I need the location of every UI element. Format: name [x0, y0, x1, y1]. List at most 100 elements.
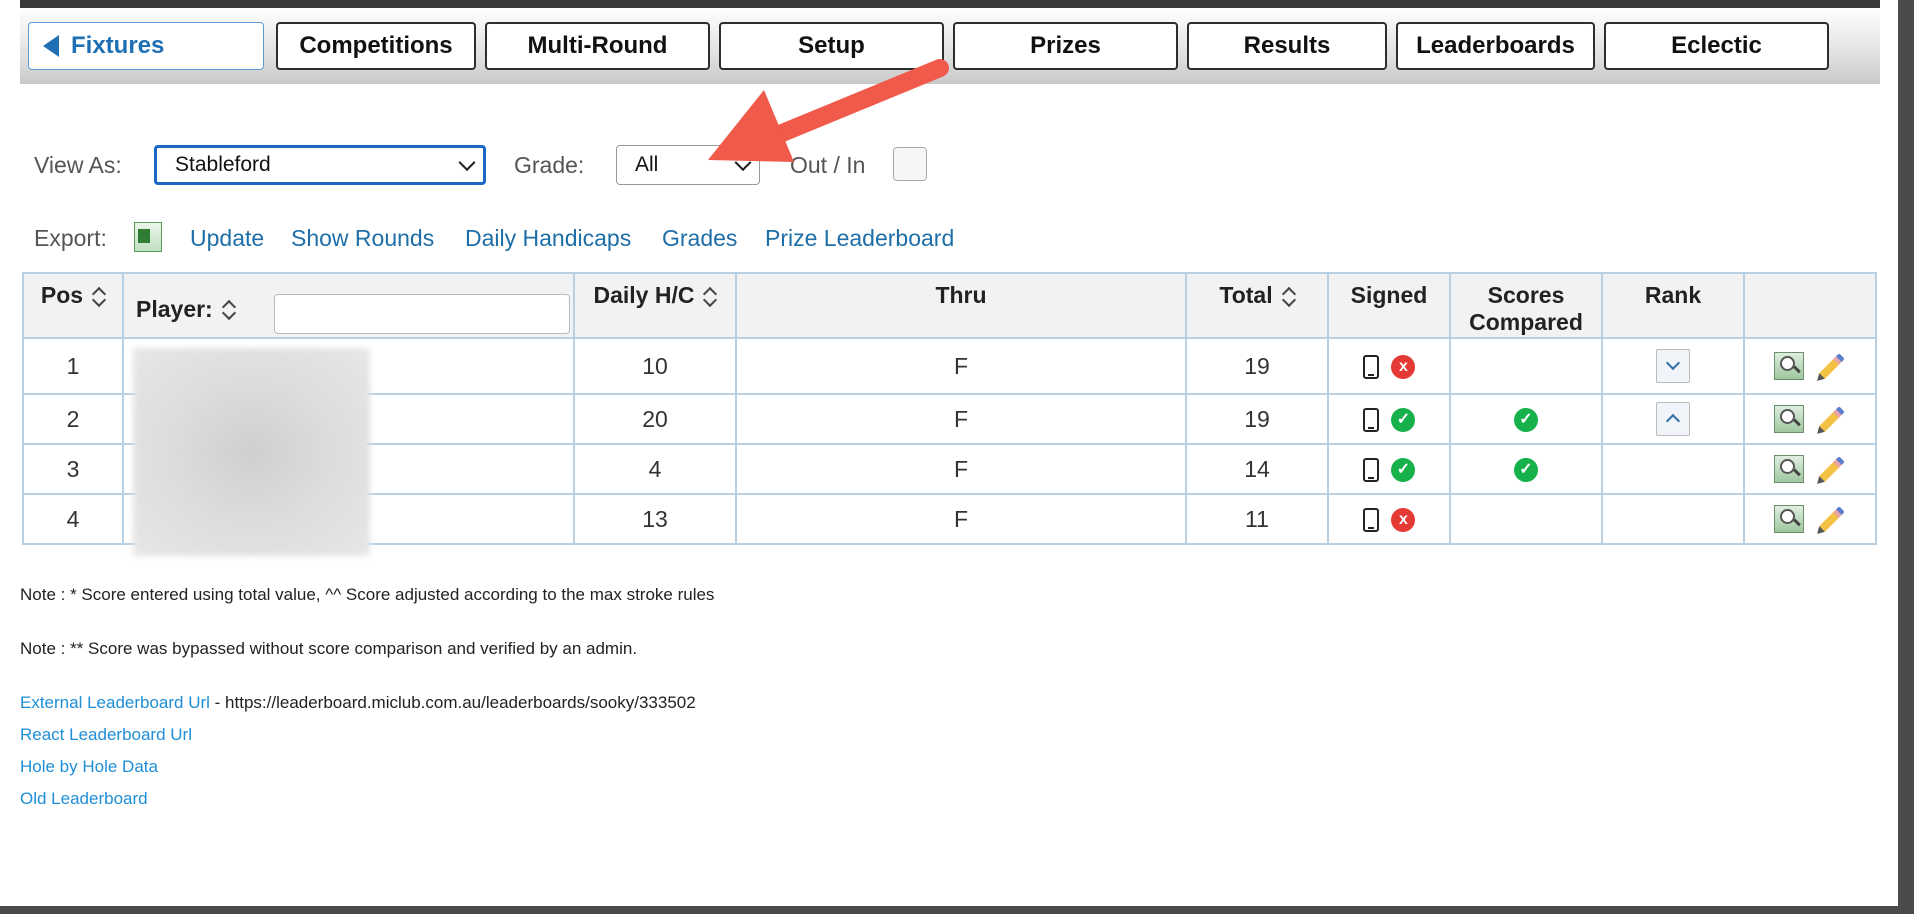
- hole-by-hole-link[interactable]: Hole by Hole Data: [20, 757, 158, 777]
- cell-signed: x: [1327, 337, 1451, 395]
- cell-signed: ✓: [1327, 443, 1451, 495]
- signed-check-icon: ✓: [1391, 458, 1416, 483]
- header-thru: Thru: [735, 272, 1187, 339]
- window-frame-bottom: [0, 906, 1914, 914]
- cell-total: 19: [1185, 337, 1329, 395]
- tab-prizes[interactable]: Prizes: [953, 22, 1178, 70]
- header-rank: Rank: [1601, 272, 1745, 339]
- compared-check-icon: ✓: [1514, 458, 1538, 483]
- mobile-phone-icon: [1362, 355, 1379, 380]
- header-total[interactable]: Total: [1185, 272, 1329, 339]
- note-max-stroke: Note : * Score entered using total value…: [20, 585, 715, 604]
- tab-eclectic[interactable]: Eclectic: [1604, 22, 1829, 70]
- cell-pos: 3: [22, 443, 124, 495]
- edit-pencil-icon[interactable]: [1819, 406, 1845, 433]
- view-as-select[interactable]: Stableford: [154, 145, 486, 185]
- cell-total: 14: [1185, 443, 1329, 495]
- cell-daily-hc: 13: [573, 493, 737, 545]
- cell-daily-hc: 4: [573, 443, 737, 495]
- rank-up-button[interactable]: [1656, 402, 1690, 436]
- view-scorecard-icon[interactable]: [1774, 505, 1804, 534]
- view-scorecard-icon[interactable]: [1774, 352, 1804, 381]
- grades-link[interactable]: Grades: [662, 225, 737, 252]
- redacted-player-names: [133, 348, 370, 556]
- tab-fixtures-label: Fixtures: [71, 32, 165, 59]
- view-as-value: Stableford: [175, 153, 271, 176]
- header-scores-compared: Scores Compared: [1449, 272, 1603, 339]
- header-signed: Signed: [1327, 272, 1451, 339]
- sort-icon[interactable]: [93, 286, 105, 308]
- external-leaderboard-row: External Leaderboard Url - https://leade…: [20, 693, 696, 713]
- not-signed-icon: x: [1391, 508, 1416, 533]
- signed-check-icon: ✓: [1391, 408, 1416, 433]
- grade-value: All: [635, 153, 659, 176]
- cell-daily-hc: 20: [573, 393, 737, 445]
- header-daily-hc[interactable]: Daily H/C: [573, 272, 737, 339]
- header-actions: [1743, 272, 1877, 339]
- cell-thru: F: [735, 337, 1187, 395]
- daily-handicaps-link[interactable]: Daily Handicaps: [465, 225, 631, 252]
- tab-leaderboards[interactable]: Leaderboards: [1396, 22, 1595, 70]
- cell-thru: F: [735, 493, 1187, 545]
- cell-scores-compared: ✓: [1449, 393, 1603, 445]
- view-scorecard-icon[interactable]: [1774, 455, 1804, 484]
- edit-pencil-icon[interactable]: [1819, 353, 1845, 380]
- cell-signed: ✓: [1327, 393, 1451, 445]
- excel-icon[interactable]: [134, 222, 162, 252]
- compared-check-icon: ✓: [1514, 408, 1538, 433]
- cell-scores-compared: [1449, 337, 1603, 395]
- sort-icon[interactable]: [1283, 286, 1295, 308]
- cell-rank: [1601, 493, 1745, 545]
- update-link[interactable]: Update: [190, 225, 264, 252]
- export-label: Export:: [34, 225, 107, 251]
- cell-scores-compared: ✓: [1449, 443, 1603, 495]
- cell-rank: [1601, 393, 1745, 445]
- rank-down-button[interactable]: [1656, 349, 1690, 383]
- old-leaderboard-link[interactable]: Old Leaderboard: [20, 789, 148, 809]
- cell-thru: F: [735, 393, 1187, 445]
- cell-total: 19: [1185, 393, 1329, 445]
- cell-actions: [1743, 337, 1877, 395]
- show-rounds-link[interactable]: Show Rounds: [291, 225, 434, 252]
- not-signed-icon: x: [1391, 355, 1416, 380]
- cell-scores-compared: [1449, 493, 1603, 545]
- react-leaderboard-link[interactable]: React Leaderboard Url: [20, 725, 192, 745]
- mobile-phone-icon: [1362, 458, 1379, 483]
- cell-total: 11: [1185, 493, 1329, 545]
- external-leaderboard-url: - https://leaderboard.miclub.com.au/lead…: [209, 693, 696, 712]
- sort-icon[interactable]: [223, 299, 235, 321]
- player-filter-input[interactable]: [274, 294, 570, 334]
- cell-rank: [1601, 337, 1745, 395]
- grade-label: Grade:: [514, 152, 585, 178]
- chevron-down-icon: [458, 154, 476, 172]
- tab-results[interactable]: Results: [1187, 22, 1387, 70]
- external-leaderboard-link[interactable]: External Leaderboard Url: [20, 693, 210, 712]
- tab-multi-round[interactable]: Multi-Round: [485, 22, 710, 70]
- cell-pos: 4: [22, 493, 124, 545]
- cell-actions: [1743, 393, 1877, 445]
- mobile-phone-icon: [1362, 408, 1379, 433]
- sort-icon[interactable]: [704, 286, 716, 308]
- cell-thru: F: [735, 443, 1187, 495]
- annotation-arrow: [708, 59, 949, 162]
- tab-competitions[interactable]: Competitions: [276, 22, 476, 70]
- cell-pos: 1: [22, 337, 124, 395]
- cell-actions: [1743, 493, 1877, 545]
- tab-fixtures-back[interactable]: Fixtures: [28, 22, 264, 70]
- edit-pencil-icon[interactable]: [1819, 456, 1845, 483]
- cell-pos: 2: [22, 393, 124, 445]
- view-scorecard-icon[interactable]: [1774, 405, 1804, 434]
- cell-daily-hc: 10: [573, 337, 737, 395]
- window-frame-right: [1898, 0, 1914, 914]
- prize-leaderboard-link[interactable]: Prize Leaderboard: [765, 225, 954, 252]
- view-as-label: View As:: [34, 152, 122, 178]
- cell-rank: [1601, 443, 1745, 495]
- header-pos[interactable]: Pos: [22, 272, 124, 339]
- back-arrow-icon: [43, 35, 59, 57]
- edit-pencil-icon[interactable]: [1819, 506, 1845, 533]
- cell-actions: [1743, 443, 1877, 495]
- header-player[interactable]: Player:: [122, 272, 575, 339]
- note-bypassed: Note : ** Score was bypassed without sco…: [20, 639, 638, 658]
- mobile-phone-icon: [1362, 508, 1379, 533]
- top-dark-bar: [20, 0, 1880, 8]
